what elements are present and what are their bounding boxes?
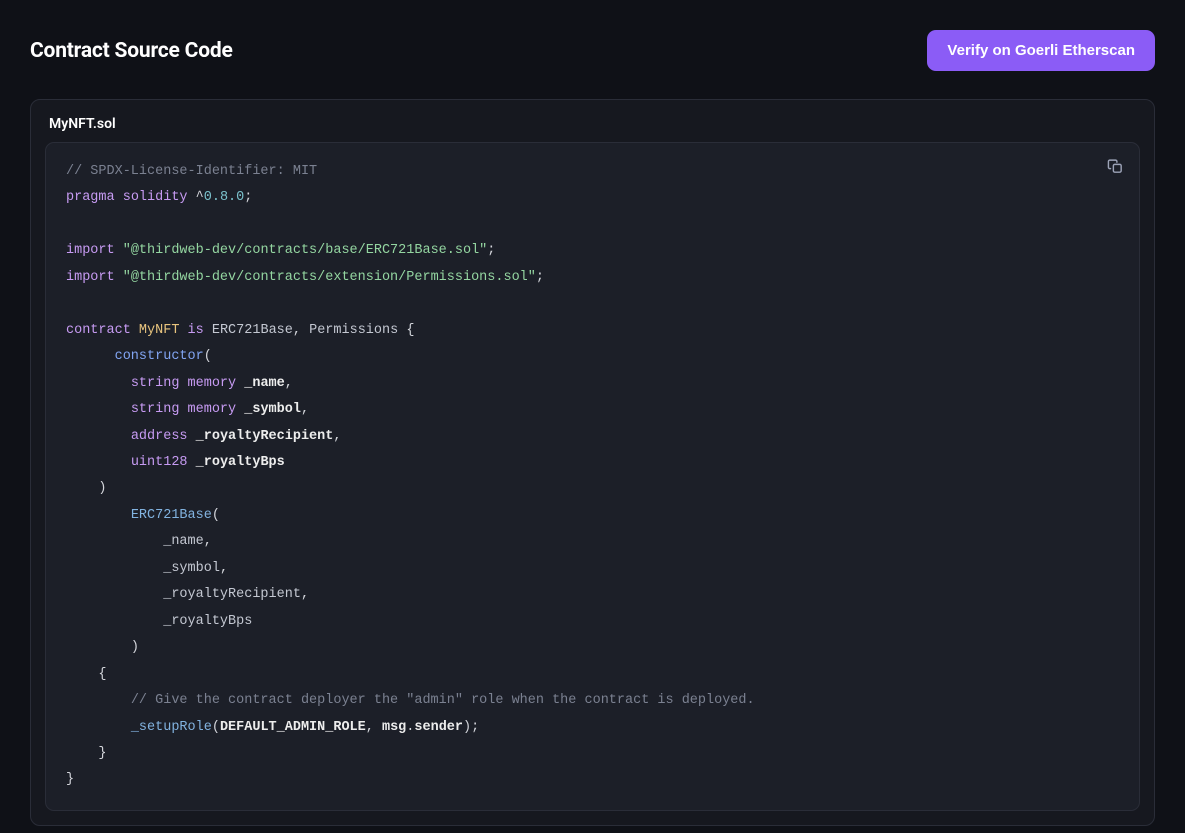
copy-button[interactable] xyxy=(1105,156,1126,180)
code-block: // SPDX-License-Identifier: MIT pragma s… xyxy=(45,142,1140,811)
source-code-card: MyNFT.sol // SPDX-License-Identifier: MI… xyxy=(30,99,1155,826)
page-title: Contract Source Code xyxy=(30,39,233,63)
copy-icon xyxy=(1107,158,1124,178)
verify-button[interactable]: Verify on Goerli Etherscan xyxy=(927,30,1155,71)
file-name: MyNFT.sol xyxy=(31,100,1154,142)
page-header: Contract Source Code Verify on Goerli Et… xyxy=(30,30,1155,71)
source-code: // SPDX-License-Identifier: MIT pragma s… xyxy=(46,143,1139,810)
